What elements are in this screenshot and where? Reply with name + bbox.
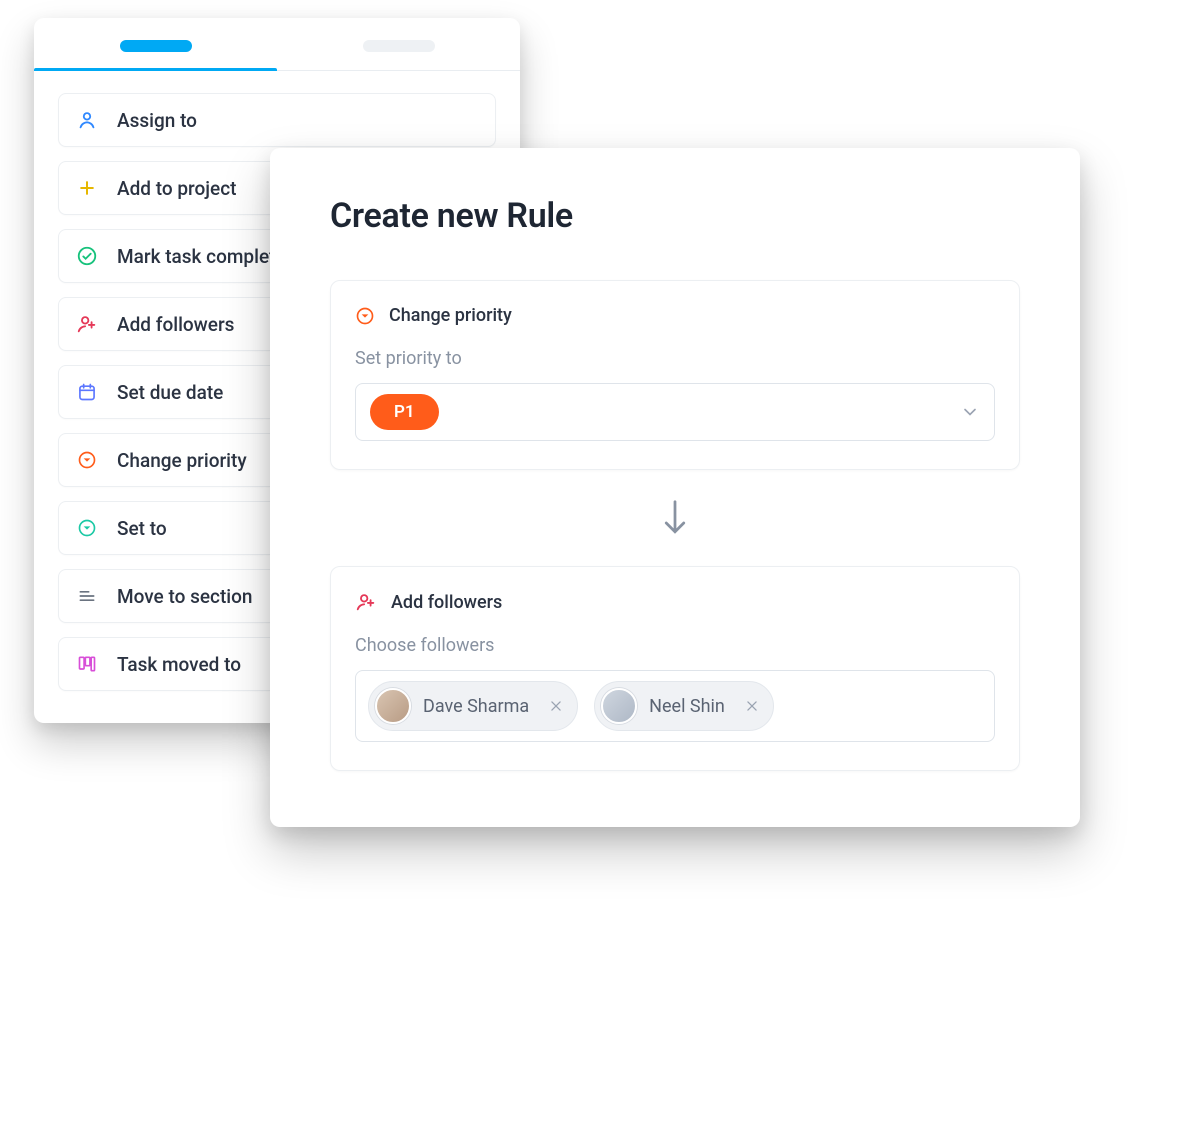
follower-chip[interactable]: Neel Shin [594, 681, 774, 731]
chip-label: Neel Shin [649, 696, 725, 717]
action-label: Mark task complete [117, 245, 286, 268]
check-circle-icon [75, 244, 99, 268]
plus-icon [75, 176, 99, 200]
field-label: Choose followers [355, 635, 995, 656]
action-label: Set to [117, 517, 167, 540]
priority-icon [355, 306, 375, 326]
close-icon[interactable] [737, 699, 759, 713]
priority-icon [75, 448, 99, 472]
action-label: Set due date [117, 381, 223, 404]
action-label: Assign to [117, 109, 197, 132]
action-label: Add to project [117, 177, 236, 200]
action-label: Task moved to [117, 653, 241, 676]
action-label: Add followers [117, 313, 234, 336]
panel-title: Create new Rule [330, 196, 1020, 236]
card-title: Add followers [391, 592, 502, 613]
dropdown-circle-icon [75, 516, 99, 540]
card-header: Add followers [355, 591, 995, 613]
tab-underline [34, 68, 277, 71]
board-icon [75, 652, 99, 676]
action-assign-to[interactable]: Assign to [58, 93, 496, 147]
action-label: Move to section [117, 585, 252, 608]
list-icon [75, 584, 99, 608]
priority-select[interactable]: P1 [355, 383, 995, 441]
chevron-down-icon [960, 402, 980, 422]
followers-input[interactable]: Dave Sharma Neel Shin [355, 670, 995, 742]
card-header: Change priority [355, 305, 995, 326]
user-plus-icon [75, 312, 99, 336]
tab-active[interactable] [34, 40, 277, 70]
tabs-bar [34, 18, 520, 71]
follower-chip[interactable]: Dave Sharma [368, 681, 578, 731]
create-rule-panel: Create new Rule Change priority Set prio… [270, 148, 1080, 827]
tab-inactive[interactable] [277, 40, 520, 70]
tab-pill-inactive [363, 40, 435, 52]
card-title: Change priority [389, 305, 512, 326]
step-change-priority: Change priority Set priority to P1 [330, 280, 1020, 470]
avatar [375, 688, 411, 724]
priority-chip: P1 [370, 394, 439, 430]
action-label: Change priority [117, 449, 247, 472]
calendar-icon [75, 380, 99, 404]
close-icon[interactable] [541, 699, 563, 713]
user-icon [75, 108, 99, 132]
step-add-followers: Add followers Choose followers Dave Shar… [330, 566, 1020, 771]
flow-arrow [330, 470, 1020, 566]
chip-label: Dave Sharma [423, 696, 529, 717]
user-plus-icon [355, 591, 377, 613]
avatar [601, 688, 637, 724]
tab-pill-active [120, 40, 192, 52]
field-label: Set priority to [355, 348, 995, 369]
